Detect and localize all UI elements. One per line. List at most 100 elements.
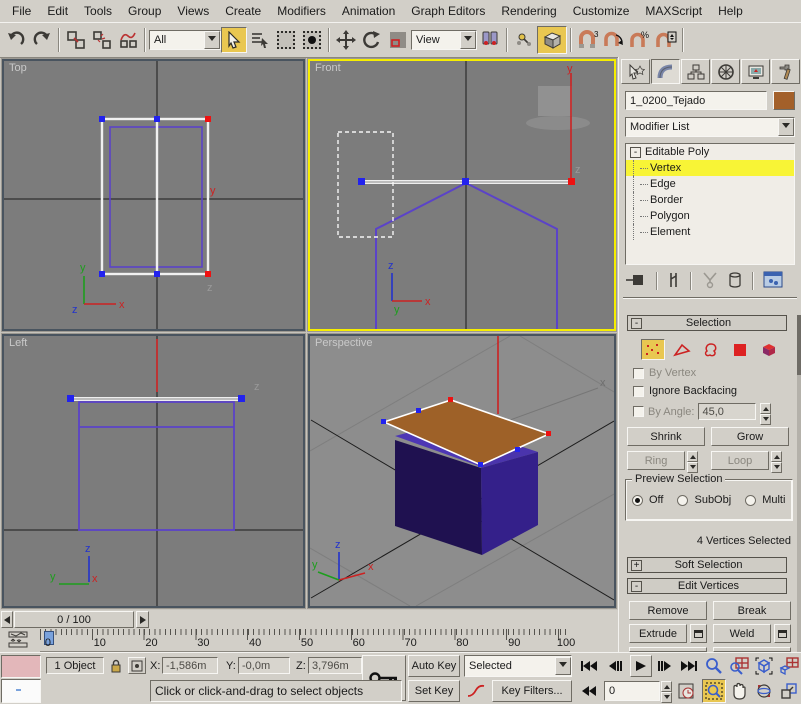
collapse-icon[interactable]: - (631, 317, 642, 329)
by-angle-row[interactable]: By Angle: 45,0 (633, 403, 772, 425)
preview-off-radio[interactable] (632, 494, 643, 506)
tab-create[interactable] (621, 59, 650, 84)
remove-button[interactable]: Remove (629, 601, 707, 620)
by-angle-checkbox[interactable] (633, 406, 644, 417)
select-and-scale-icon[interactable] (385, 27, 411, 53)
modifier-list-dropdown[interactable]: Modifier List (625, 117, 795, 137)
viewport-left-label[interactable]: Left (9, 337, 27, 349)
snap-3d-icon[interactable]: 3 (575, 27, 601, 53)
stack-item-element[interactable]: Element (626, 224, 794, 240)
select-and-move-icon[interactable] (333, 27, 359, 53)
weld-settings-button[interactable] (774, 624, 791, 643)
menu-tools[interactable]: Tools (76, 1, 120, 21)
next-frame-button[interactable] (136, 611, 149, 628)
viewport-perspective-canvas[interactable]: x z y x (310, 336, 614, 606)
viewport-front[interactable]: Front y z z x y (308, 59, 616, 331)
edit-vertices-rollout-header[interactable]: - Edit Vertices (627, 578, 787, 594)
previous-frame-icon[interactable] (604, 655, 626, 677)
absolute-mode-toggle-icon[interactable] (128, 657, 146, 674)
percent-snap-icon[interactable]: % (627, 27, 653, 53)
configure-modifier-sets-icon[interactable] (763, 271, 783, 291)
soft-selection-rollout-header[interactable]: + Soft Selection (627, 557, 787, 573)
preview-multi-label[interactable]: Multi (762, 494, 785, 506)
maxscript-mini-listener-pink[interactable] (1, 655, 41, 678)
use-pivot-point-center-icon[interactable] (477, 27, 503, 53)
zoom-region-icon[interactable] (702, 679, 726, 703)
by-angle-spinner[interactable] (760, 403, 772, 425)
selection-filter-dropdown[interactable]: All (149, 30, 221, 50)
loop-button[interactable]: Loop (711, 451, 769, 470)
rectangular-selection-region-icon[interactable] (273, 27, 299, 53)
menu-customize[interactable]: Customize (565, 1, 638, 21)
menu-graph-editors[interactable]: Graph Editors (403, 1, 493, 21)
stack-item-polygon[interactable]: Polygon (626, 208, 794, 224)
menu-rendering[interactable]: Rendering (493, 1, 564, 21)
tab-modify[interactable] (651, 59, 680, 84)
by-vertex-checkbox[interactable] (633, 367, 644, 379)
break-button[interactable]: Break (713, 601, 791, 620)
coordinate-system-arrow[interactable] (460, 31, 476, 49)
panel-scrollbar[interactable] (797, 315, 801, 652)
zoom-extents-icon[interactable] (752, 654, 776, 678)
preview-subobj-radio[interactable] (677, 494, 689, 506)
y-coord-field[interactable]: -0,0m (238, 657, 290, 674)
frame-spinner[interactable] (661, 681, 672, 703)
preview-subobj-label[interactable]: SubObj (694, 494, 731, 506)
go-to-start-icon[interactable] (578, 655, 600, 677)
select-object-icon[interactable] (221, 27, 247, 53)
viewport-perspective-label[interactable]: Perspective (315, 337, 372, 349)
preview-multi-radio[interactable] (745, 494, 757, 506)
viewport-left[interactable]: Left z z y x (2, 334, 305, 608)
viewport-front-canvas[interactable]: y z z x y (310, 61, 614, 329)
ring-button[interactable]: Ring (627, 451, 685, 470)
viewport-perspective[interactable]: Perspective x z y x (308, 334, 616, 608)
tab-display[interactable] (741, 59, 770, 84)
shrink-button[interactable]: Shrink (627, 427, 705, 446)
snaps-toggle-icon[interactable] (537, 26, 567, 54)
maxscript-mini-listener-white[interactable] (1, 679, 41, 703)
spinner-snap-icon[interactable] (653, 27, 679, 53)
selection-rollout-header[interactable]: - Selection (627, 315, 787, 331)
stack-collapse-box[interactable]: - (630, 146, 641, 158)
pan-icon[interactable] (727, 679, 751, 703)
default-tangent-icon[interactable] (464, 680, 488, 702)
arc-rotate-icon[interactable] (752, 679, 776, 703)
stack-item-vertex[interactable]: Vertex (626, 160, 794, 176)
unlink-selection-icon[interactable] (89, 27, 115, 53)
next-frame-icon[interactable] (654, 655, 676, 677)
key-mode-toggle-icon[interactable] (578, 680, 600, 702)
viewport-top-canvas[interactable]: y z y x z (4, 61, 303, 329)
x-coord-field[interactable]: -1,586m (162, 657, 218, 674)
object-name-field[interactable]: 1_0200_Tejado (625, 91, 767, 110)
bind-to-space-warp-icon[interactable] (115, 27, 141, 53)
object-color-swatch[interactable] (773, 91, 795, 110)
tab-motion[interactable] (711, 59, 740, 84)
stack-editable-poly[interactable]: - Editable Poly (626, 144, 794, 160)
auto-key-button[interactable]: Auto Key (408, 655, 460, 677)
play-animation-icon[interactable] (630, 655, 652, 677)
stack-item-border[interactable]: Border (626, 192, 794, 208)
select-and-link-icon[interactable] (63, 27, 89, 53)
min-max-toggle-icon[interactable] (777, 679, 801, 703)
pin-stack-icon[interactable] (625, 272, 647, 291)
select-and-rotate-icon[interactable] (359, 27, 385, 53)
loop-spinner[interactable] (771, 451, 782, 473)
viewport-top[interactable]: Top y z y x z (2, 59, 305, 331)
reference-coordinate-system-dropdown[interactable]: View (411, 30, 477, 50)
zoom-extents-all-icon[interactable] (777, 654, 801, 678)
roof-object[interactable] (381, 399, 552, 555)
menu-views[interactable]: Views (169, 1, 217, 21)
select-and-manipulate-icon[interactable] (511, 27, 537, 53)
selection-lock-icon[interactable] (108, 657, 124, 674)
menu-group[interactable]: Group (120, 1, 169, 21)
key-filter-arrow[interactable] (555, 657, 571, 675)
z-coord-field[interactable]: 3,796m (308, 657, 362, 674)
element-mode-icon[interactable] (757, 339, 781, 360)
set-key-button[interactable]: Set Key (408, 680, 460, 702)
polygon-mode-icon[interactable] (728, 339, 752, 360)
weld-button[interactable]: Weld (713, 624, 771, 643)
viewport-top-label[interactable]: Top (9, 62, 27, 74)
previous-frame-button[interactable] (1, 611, 13, 628)
menu-file[interactable]: File (4, 1, 39, 21)
show-end-result-icon[interactable] (667, 271, 681, 292)
